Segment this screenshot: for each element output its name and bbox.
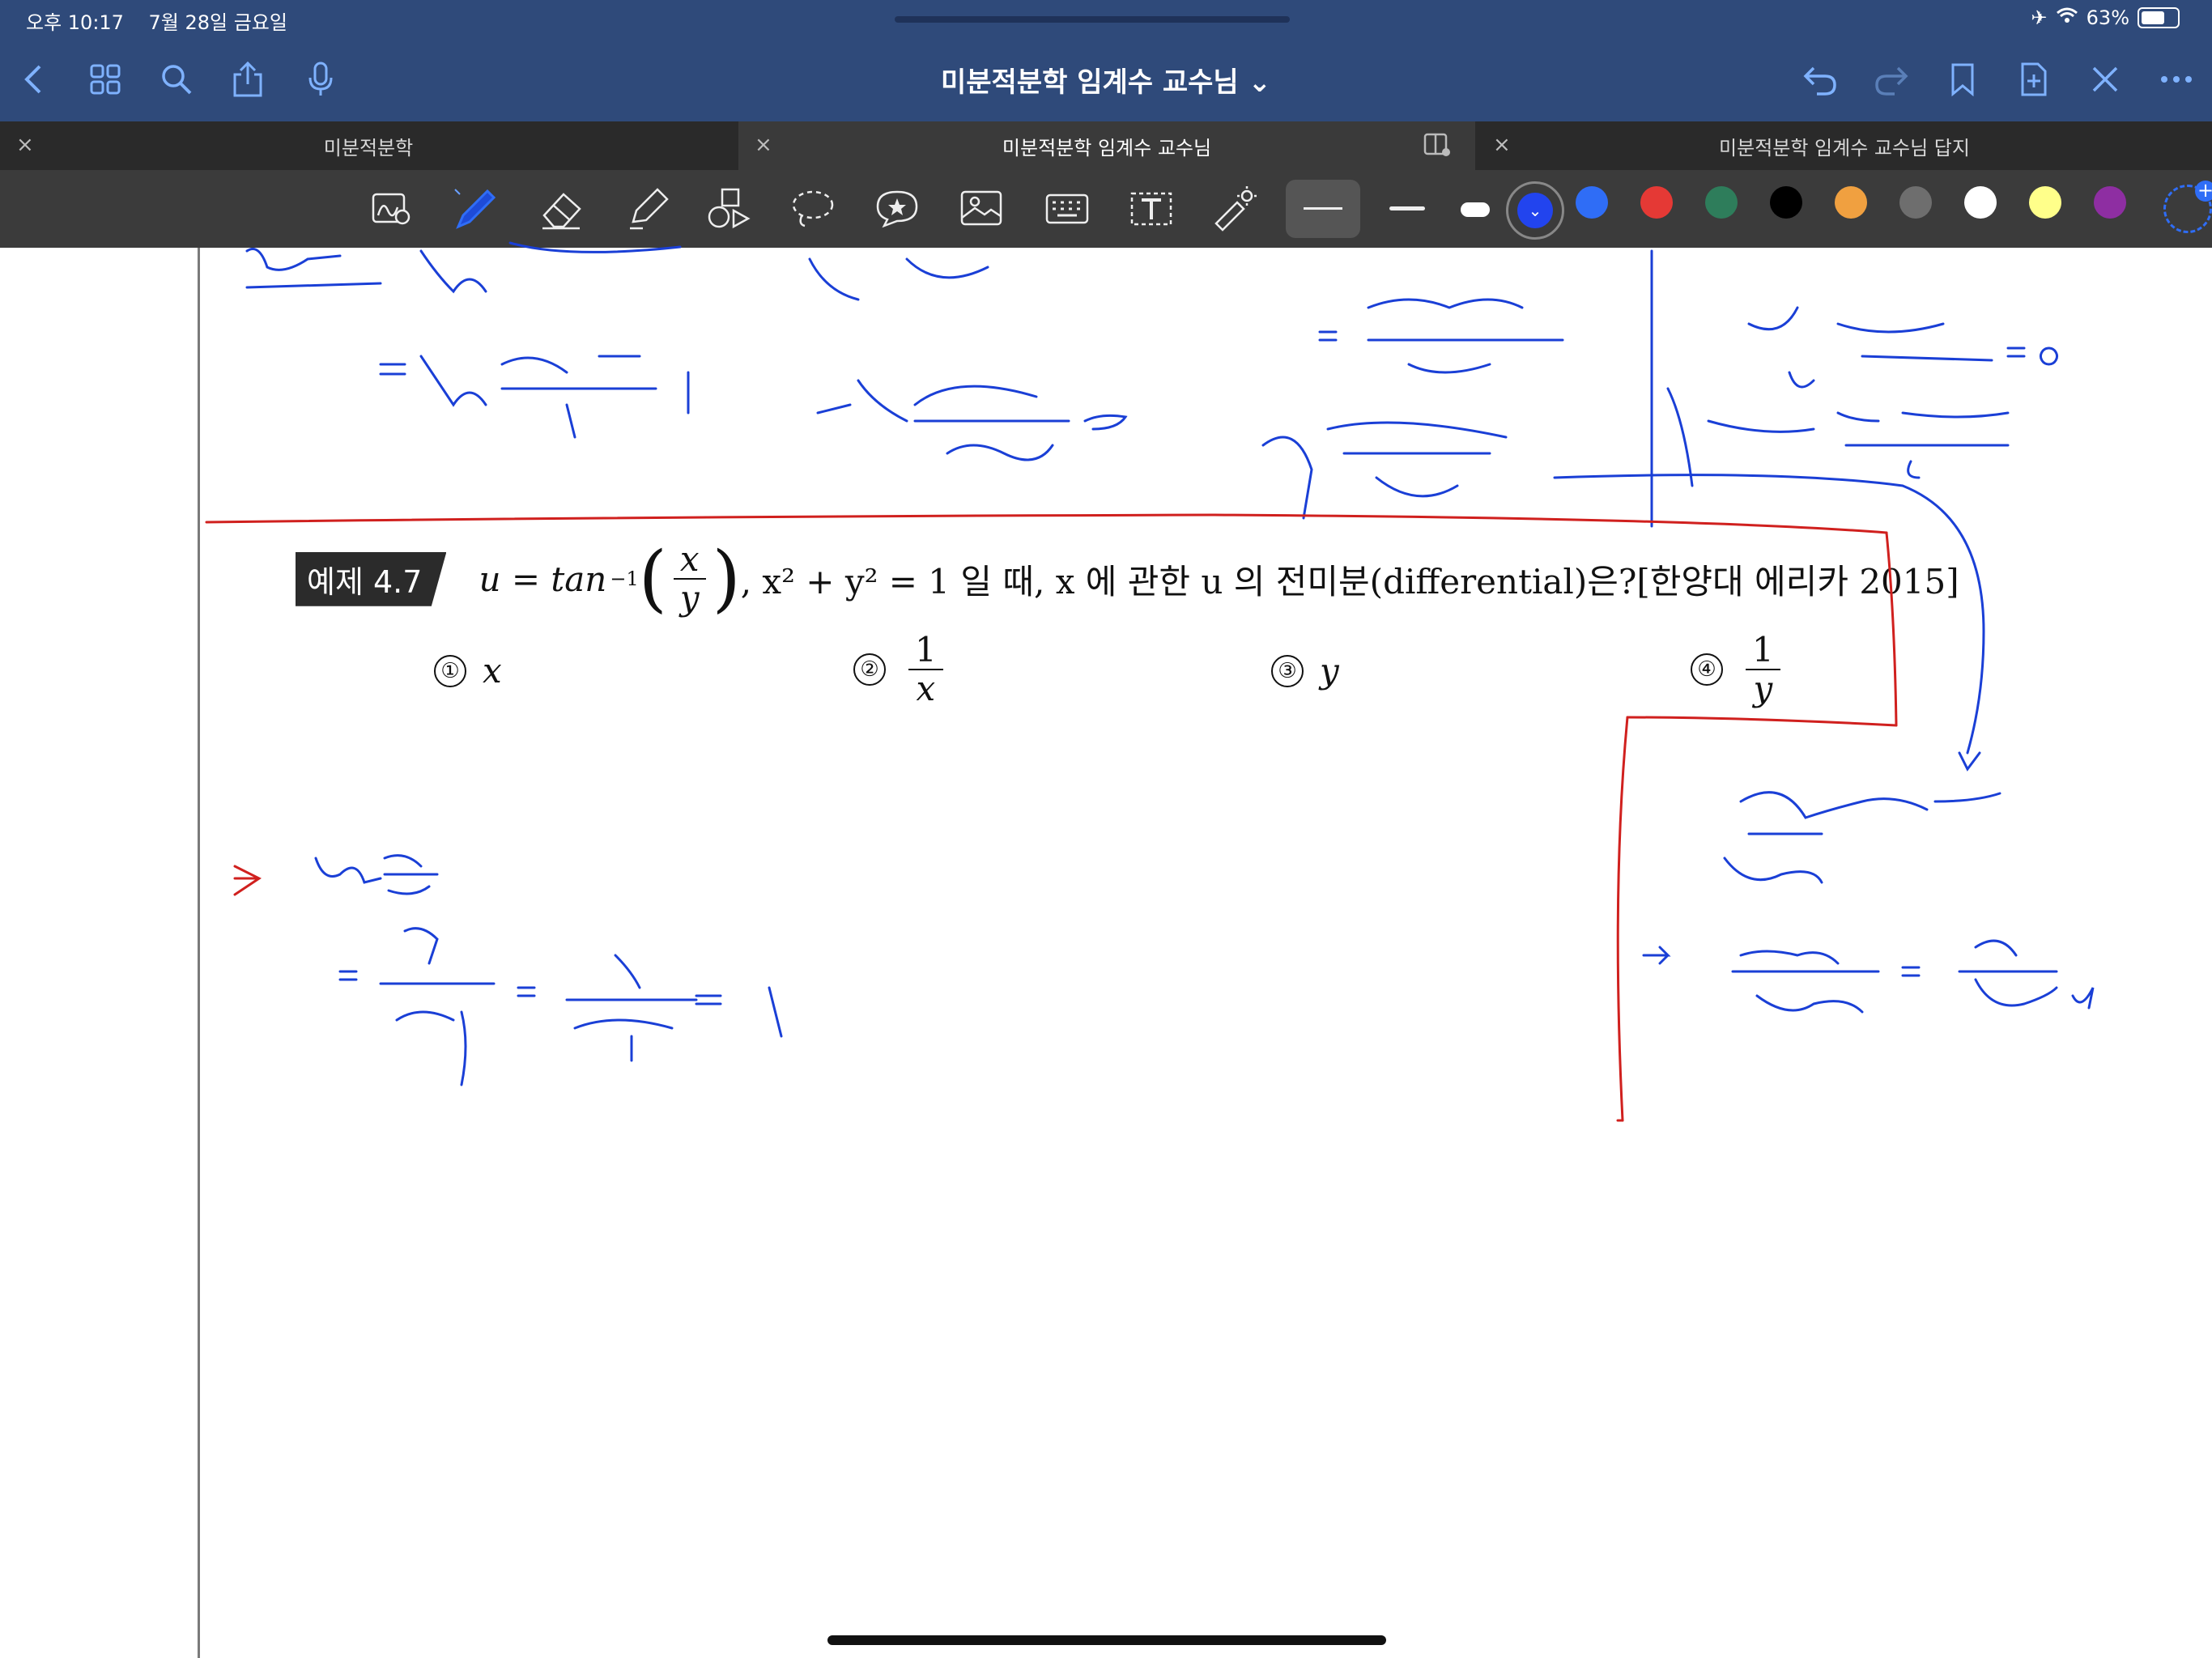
stroke-thick-button[interactable] xyxy=(1446,180,1511,238)
split-view-icon[interactable] xyxy=(1423,133,1451,162)
close-pen-icon[interactable] xyxy=(2082,57,2128,102)
choice-number: ② xyxy=(853,653,886,687)
problem-statement: 예제 4.7 u = tan −1 ( x y ) , x² + y² = 1 … xyxy=(296,540,1959,617)
document-title[interactable]: 미분적분학 임계수 교수님 ⌄ xyxy=(941,60,1271,100)
image-icon[interactable] xyxy=(954,181,1009,236)
tab-label: 미분적분학 임계수 교수님 답지 xyxy=(1719,136,1970,159)
problem-condition: , x² + y² = 1 일 때, x 에 관한 u 의 전미분(differ… xyxy=(740,561,1959,602)
choice-3[interactable]: ③ y xyxy=(1271,651,1339,691)
close-tab-icon[interactable]: × xyxy=(1493,133,1511,157)
choice-value: y xyxy=(1320,651,1339,691)
status-bar: 오후 10:17 7월 28일 금요일 ✈ 63% xyxy=(0,0,2212,39)
drawing-toolbar: ⌄ + xyxy=(0,170,2212,248)
problem-lhs: u = tan xyxy=(479,559,607,599)
note-page[interactable] xyxy=(0,248,2212,1658)
choice-4[interactable]: ④ 1 y xyxy=(1691,631,1787,708)
close-tab-icon[interactable]: × xyxy=(755,133,772,157)
search-icon[interactable] xyxy=(154,57,199,102)
multitask-grabber[interactable] xyxy=(895,16,1290,23)
chevron-down-icon: ⌄ xyxy=(1517,193,1553,228)
pen-icon[interactable] xyxy=(447,181,502,236)
elements-star-icon[interactable] xyxy=(870,181,925,236)
close-tab-icon[interactable]: × xyxy=(16,133,34,157)
laser-pointer-icon[interactable] xyxy=(1206,181,1261,236)
color-swatch[interactable] xyxy=(2029,186,2061,219)
choice-number: ① xyxy=(434,654,466,687)
undo-icon[interactable] xyxy=(1797,57,1843,102)
color-swatch[interactable] xyxy=(1899,186,1932,219)
color-swatch[interactable] xyxy=(2094,186,2126,219)
tab-calculus[interactable]: × 미분적분학 xyxy=(0,121,737,170)
tab-label: 미분적분학 임계수 교수님 xyxy=(1002,136,1212,159)
tab-calculus-professor[interactable]: × 미분적분학 임계수 교수님 xyxy=(738,121,1475,170)
plus-icon: + xyxy=(2195,181,2212,202)
back-icon[interactable] xyxy=(11,57,57,102)
tab-answer-key[interactable]: × 미분적분학 임계수 교수님 답지 xyxy=(1477,121,2212,170)
stroke-thin-button[interactable] xyxy=(1286,180,1360,238)
eraser-icon[interactable] xyxy=(534,181,589,236)
redo-icon[interactable] xyxy=(1869,57,1914,102)
wifi-icon xyxy=(2056,6,2078,29)
add-color-button[interactable]: + xyxy=(2163,181,2212,233)
home-indicator[interactable] xyxy=(827,1635,1386,1645)
shapes-icon[interactable] xyxy=(701,181,756,236)
document-tabs: × 미분적분학 × 미분적분학 임계수 교수님 × 미분적분학 임계수 교수님 … xyxy=(0,121,2212,170)
text-box-icon[interactable] xyxy=(1124,181,1179,236)
answer-choices: ① x ② 1 x ③ y ④ 1 y xyxy=(0,623,2212,721)
highlighter-icon[interactable] xyxy=(620,181,675,236)
choice-number: ③ xyxy=(1271,654,1304,687)
handwriting-zoom-icon[interactable] xyxy=(364,181,419,236)
bookmark-icon[interactable] xyxy=(1940,57,1985,102)
choice-number: ④ xyxy=(1691,653,1723,687)
color-swatch[interactable] xyxy=(1835,186,1867,219)
color-swatch[interactable] xyxy=(1705,186,1738,219)
problem-exponent: −1 xyxy=(610,568,639,591)
choice-value: x xyxy=(483,651,502,691)
selected-color-button[interactable]: ⌄ xyxy=(1506,181,1564,240)
status-time: 오후 10:17 xyxy=(26,11,124,34)
more-icon[interactable] xyxy=(2154,57,2199,102)
add-page-icon[interactable] xyxy=(2011,57,2057,102)
color-swatch[interactable] xyxy=(1640,186,1673,219)
lasso-icon[interactable] xyxy=(785,181,840,236)
status-left: 오후 10:17 7월 28일 금요일 xyxy=(26,6,287,35)
keyboard-icon[interactable] xyxy=(1040,181,1095,236)
page-margin-line xyxy=(198,248,200,1658)
problem-fraction: x y xyxy=(673,540,706,617)
airplane-icon: ✈ xyxy=(2031,6,2048,29)
color-swatch[interactable] xyxy=(1576,186,1608,219)
color-swatch[interactable] xyxy=(1770,186,1802,219)
example-badge: 예제 4.7 xyxy=(296,551,447,606)
choice-1[interactable]: ① x xyxy=(434,651,502,691)
stroke-medium-button[interactable] xyxy=(1376,180,1441,238)
choice-2[interactable]: ② 1 x xyxy=(853,631,950,708)
status-date: 7월 28일 금요일 xyxy=(148,11,287,34)
tab-label: 미분적분학 xyxy=(323,136,414,159)
share-icon[interactable] xyxy=(225,57,270,102)
battery-icon xyxy=(2138,7,2180,28)
navigation-bar: 미분적분학 임계수 교수님 ⌄ xyxy=(0,39,2212,120)
microphone-icon[interactable] xyxy=(298,57,343,102)
grid-view-icon[interactable] xyxy=(83,57,128,102)
color-swatch[interactable] xyxy=(1964,186,1997,219)
status-right: ✈ 63% xyxy=(2031,6,2180,29)
battery-percent: 63% xyxy=(2086,6,2129,29)
